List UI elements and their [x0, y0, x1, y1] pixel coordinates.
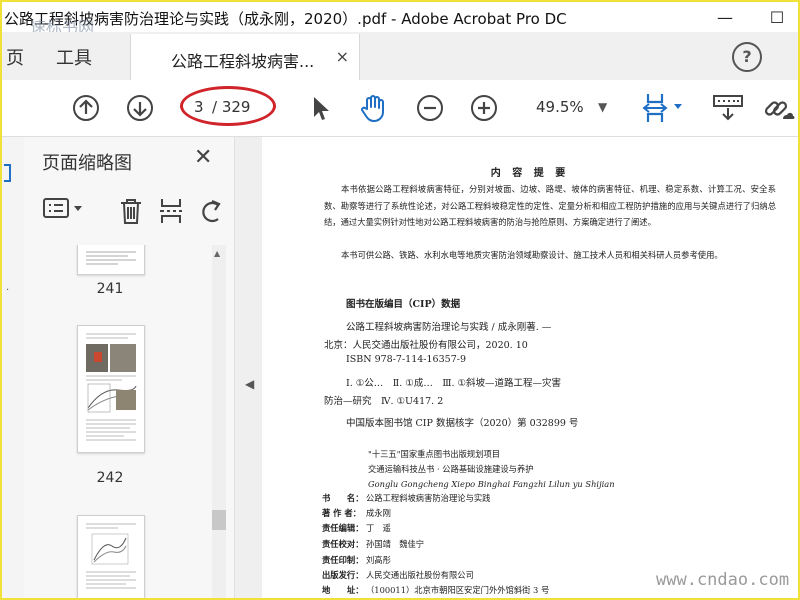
meta-label: 责任印制：	[322, 555, 364, 565]
summary-paragraph: 本书依据公路工程斜坡病害特征，分别对坡面、边坡、路堤、坡体的病害特征、机理、稳定…	[324, 184, 776, 228]
tab-home[interactable]: 页	[6, 44, 24, 70]
collapse-panel-icon[interactable]: ◀	[245, 377, 254, 391]
cip-title: 图书在版编目（CIP）数据	[346, 299, 461, 310]
previous-page-icon[interactable]	[70, 92, 102, 124]
close-tab-button[interactable]: ×	[336, 47, 349, 66]
series-line: "十三五"国家重点图书出版规划项目	[368, 449, 501, 459]
meta-row: 责任校对： 孙国靖 魏佳宁	[322, 538, 424, 550]
panel-splitter[interactable]: ◀	[234, 137, 263, 598]
usage-paragraph: 本书可供公路、铁路、水利水电等地质灾害防治领域勘察设计、施工技术人员和相关科研人…	[341, 250, 723, 260]
zoom-out-icon[interactable]	[414, 92, 446, 124]
thumbnail-page[interactable]	[77, 245, 145, 275]
panel-title: 页面缩略图	[42, 153, 132, 174]
meta-row: 地 址： （100011）北京市朝阳区安定门外外馆斜街 3 号	[322, 584, 549, 596]
annotation-oval	[180, 86, 276, 126]
scroll-mode-icon[interactable]	[708, 92, 748, 124]
meta-label: 书 名：	[322, 493, 364, 503]
page-heading: 内 容 提 要	[490, 168, 570, 179]
zoom-select[interactable]: 49.5% ▼	[532, 96, 612, 120]
tab-document-label: 公路工程斜坡病害...	[171, 52, 315, 71]
meta-label: 责任校对：	[322, 539, 364, 549]
meta-label: 地 址：	[322, 585, 364, 595]
thumbnail-list: 241 242	[24, 245, 234, 598]
meta-label: 出版发行：	[322, 570, 364, 580]
meta-row: 著 作 者： 成永刚	[322, 507, 391, 519]
meta-value: 丁 遥	[366, 523, 391, 533]
tab-tools[interactable]: 工具	[56, 44, 92, 70]
thumbnail-page[interactable]	[77, 515, 145, 598]
zoom-value: 49.5%	[536, 98, 584, 116]
watermark-bottom-right: www.cndao.com	[656, 570, 790, 590]
meta-row: 责任编辑：丁 遥	[322, 522, 391, 534]
help-button[interactable]: ?	[732, 42, 762, 72]
thumbnail-page-number: 242	[96, 470, 124, 486]
series-line: 交通运输科技丛书 · 公路基础设施建设与养护	[368, 464, 534, 474]
thumbnail-options-icon[interactable]	[42, 197, 84, 219]
insert-page-icon[interactable]	[158, 197, 184, 225]
chevron-down-icon: ▼	[598, 100, 608, 114]
main-toolbar: 3 / 329 49.5% ▼	[2, 80, 798, 137]
thumbnail-scrollbar[interactable]: ▲	[212, 245, 226, 598]
close-panel-button[interactable]: ✕	[194, 145, 212, 170]
meta-value: 刘高彤	[366, 555, 391, 565]
meta-value: 孙国靖 魏佳宁	[366, 539, 425, 549]
meta-label: 责任编辑：	[322, 523, 364, 533]
series-line: Gonglu Gongcheng Xiepo Binghai Fangzhi L…	[368, 479, 615, 489]
cip-line: 北京：人民交通出版社股份有限公司，2020. 10	[324, 340, 528, 351]
tab-bar: 页 工具 公路工程斜坡病害... × ?	[2, 32, 798, 81]
delete-page-icon[interactable]	[118, 197, 144, 225]
meta-value: 人民交通出版社股份有限公司	[366, 570, 474, 580]
cip-line: 防治—研究 Ⅳ. ①U417. 2	[324, 396, 444, 407]
meta-row: 出版发行： 人民交通出版社股份有限公司	[322, 569, 474, 581]
scroll-up-arrow-icon[interactable]: ▲	[214, 249, 220, 258]
cip-line: 中国版本图书馆 CIP 数据核字（2020）第 032899 号	[346, 418, 579, 429]
strip-dot-icon: ·	[6, 285, 10, 296]
panel-indicator-icon	[4, 164, 11, 182]
left-tool-strip: ·	[2, 137, 25, 598]
share-link-icon[interactable]	[758, 92, 798, 124]
meta-row: 责任印制： 刘高彤	[322, 554, 391, 566]
meta-value: 成永刚	[366, 508, 391, 518]
document-page: 内 容 提 要 本书依据公路工程斜坡病害特征，分别对坡面、边坡、路堤、坡体的病害…	[262, 137, 798, 598]
zoom-in-icon[interactable]	[468, 92, 500, 124]
hand-tool-icon[interactable]	[358, 92, 390, 124]
thumbnail-page-number: 241	[96, 281, 124, 297]
scrollbar-thumb[interactable]	[212, 510, 226, 530]
meta-row: 书 名： 公路工程斜坡病害防治理论与实践	[322, 492, 490, 504]
tab-document[interactable]: 公路工程斜坡病害... ×	[130, 34, 360, 80]
meta-value: （100011）北京市朝阳区安定门外外馆斜街 3 号	[366, 585, 550, 595]
maximize-button[interactable]: ☐	[762, 6, 792, 28]
select-cursor-icon[interactable]	[304, 92, 336, 124]
thumbnail-page[interactable]	[77, 325, 145, 453]
rotate-page-icon[interactable]	[198, 197, 224, 225]
cip-line: Ⅰ. ①公… Ⅱ. ①成… Ⅲ. ①斜坡—道路工程—灾害	[346, 378, 562, 389]
meta-value: 公路工程斜坡病害防治理论与实践	[366, 493, 491, 503]
minimize-button[interactable]: —	[710, 6, 740, 28]
next-page-icon[interactable]	[124, 92, 156, 124]
cip-line: 公路工程斜坡病害防治理论与实践 / 成永刚著. —	[346, 322, 552, 333]
cip-line: ISBN 978-7-114-16357-9	[346, 354, 466, 365]
meta-label: 著 作 者：	[322, 508, 361, 518]
fit-page-icon[interactable]	[638, 92, 688, 124]
thumbnail-toolbar	[24, 185, 234, 235]
title-bar: 公路工程斜坡病害防治理论与实践（成永刚，2020）.pdf - Adobe Ac…	[2, 2, 798, 32]
page-thumbnails-panel: 页面缩略图 ✕ 241 242 ▲	[24, 137, 234, 598]
